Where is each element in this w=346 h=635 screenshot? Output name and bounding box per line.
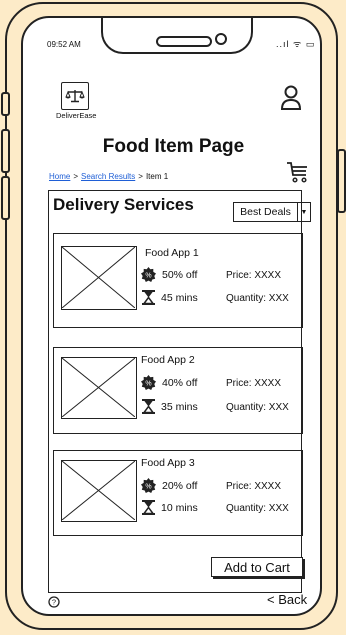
discount-badge-icon: %: [141, 375, 156, 390]
status-time: 09:52 AM: [47, 40, 81, 49]
hourglass-icon: [142, 290, 155, 305]
breadcrumb: Home > Search Results > Item 1: [49, 172, 168, 181]
time-text: 10 mins: [161, 501, 198, 514]
help-icon[interactable]: ?: [48, 595, 60, 613]
discount-text: 50% off: [162, 268, 198, 281]
breadcrumb-current: Item 1: [145, 172, 169, 181]
screen: 09:52 AM ..ıl ᯤ ▭ DeliverEase Food Item …: [21, 16, 322, 616]
time-row: 10 mins: [142, 500, 198, 515]
breadcrumb-separator: >: [73, 172, 79, 181]
side-button: [1, 92, 10, 116]
discount-text: 20% off: [162, 479, 198, 492]
chevron-down-icon[interactable]: ▼: [297, 203, 310, 221]
discount-row: % 20% off: [141, 478, 197, 493]
svg-text:%: %: [145, 380, 151, 387]
logo[interactable]: [61, 82, 89, 110]
price-text: Price: XXXX: [226, 270, 282, 281]
brand-name: DeliverEase: [56, 111, 97, 120]
side-button: [1, 176, 10, 220]
svg-text:%: %: [145, 272, 151, 279]
price-text: Price: XXXX: [226, 481, 282, 492]
price-text: Price: XXXX: [226, 378, 282, 389]
add-to-cart-button[interactable]: Add to Cart: [211, 557, 303, 577]
notch: [101, 18, 253, 54]
image-placeholder: [61, 246, 137, 310]
discount-badge-icon: %: [141, 267, 156, 282]
image-placeholder: [61, 460, 137, 522]
time-row: 45 mins: [142, 290, 198, 305]
discount-row: % 50% off: [141, 267, 197, 282]
image-placeholder: [61, 357, 137, 419]
camera: [215, 33, 227, 45]
side-button: [1, 129, 10, 173]
service-name: Food App 3: [141, 457, 195, 469]
breadcrumb-search-results[interactable]: Search Results: [81, 172, 135, 181]
delivery-services-panel: Delivery Services Best Deals ▼ Food App …: [48, 190, 311, 593]
service-name: Food App 1: [145, 247, 199, 259]
discount-text: 40% off: [162, 376, 198, 389]
status-icons: ..ıl ᯤ ▭: [276, 39, 316, 49]
time-text: 45 mins: [161, 291, 198, 304]
sort-dropdown[interactable]: Best Deals ▼: [233, 202, 311, 222]
section-title: Delivery Services: [53, 195, 194, 214]
scales-icon: [65, 90, 85, 103]
user-icon[interactable]: [280, 85, 302, 116]
discount-badge-icon: %: [141, 478, 156, 493]
back-button[interactable]: < Back: [267, 592, 307, 607]
sort-selected-value: Best Deals: [240, 206, 291, 218]
page-title: Food Item Page: [102, 136, 245, 157]
quantity-text: Quantity: XXX: [226, 503, 289, 514]
service-card[interactable]: Food App 2 % 40% off 35 mins Price: XXXX…: [53, 347, 303, 434]
service-card[interactable]: Food App 3 % 20% off 10 mins Price: XXXX…: [53, 450, 303, 536]
discount-row: % 40% off: [141, 375, 197, 390]
breadcrumb-separator: >: [138, 172, 143, 181]
speaker: [156, 36, 212, 47]
hourglass-icon: [142, 399, 155, 414]
phone-frame: 09:52 AM ..ıl ᯤ ▭ DeliverEase Food Item …: [1, 2, 346, 630]
side-button: [337, 149, 346, 213]
quantity-text: Quantity: XXX: [226, 293, 289, 304]
time-text: 35 mins: [161, 400, 198, 413]
cart-icon[interactable]: [286, 160, 310, 189]
service-card[interactable]: Food App 1 % 50% off 45 mins Price: XXXX…: [53, 233, 303, 328]
svg-text:%: %: [145, 483, 151, 490]
svg-text:?: ?: [52, 598, 56, 607]
service-name: Food App 2: [141, 354, 195, 366]
time-row: 35 mins: [142, 399, 198, 414]
breadcrumb-home[interactable]: Home: [49, 172, 70, 181]
quantity-text: Quantity: XXX: [226, 402, 289, 413]
hourglass-icon: [142, 500, 155, 515]
